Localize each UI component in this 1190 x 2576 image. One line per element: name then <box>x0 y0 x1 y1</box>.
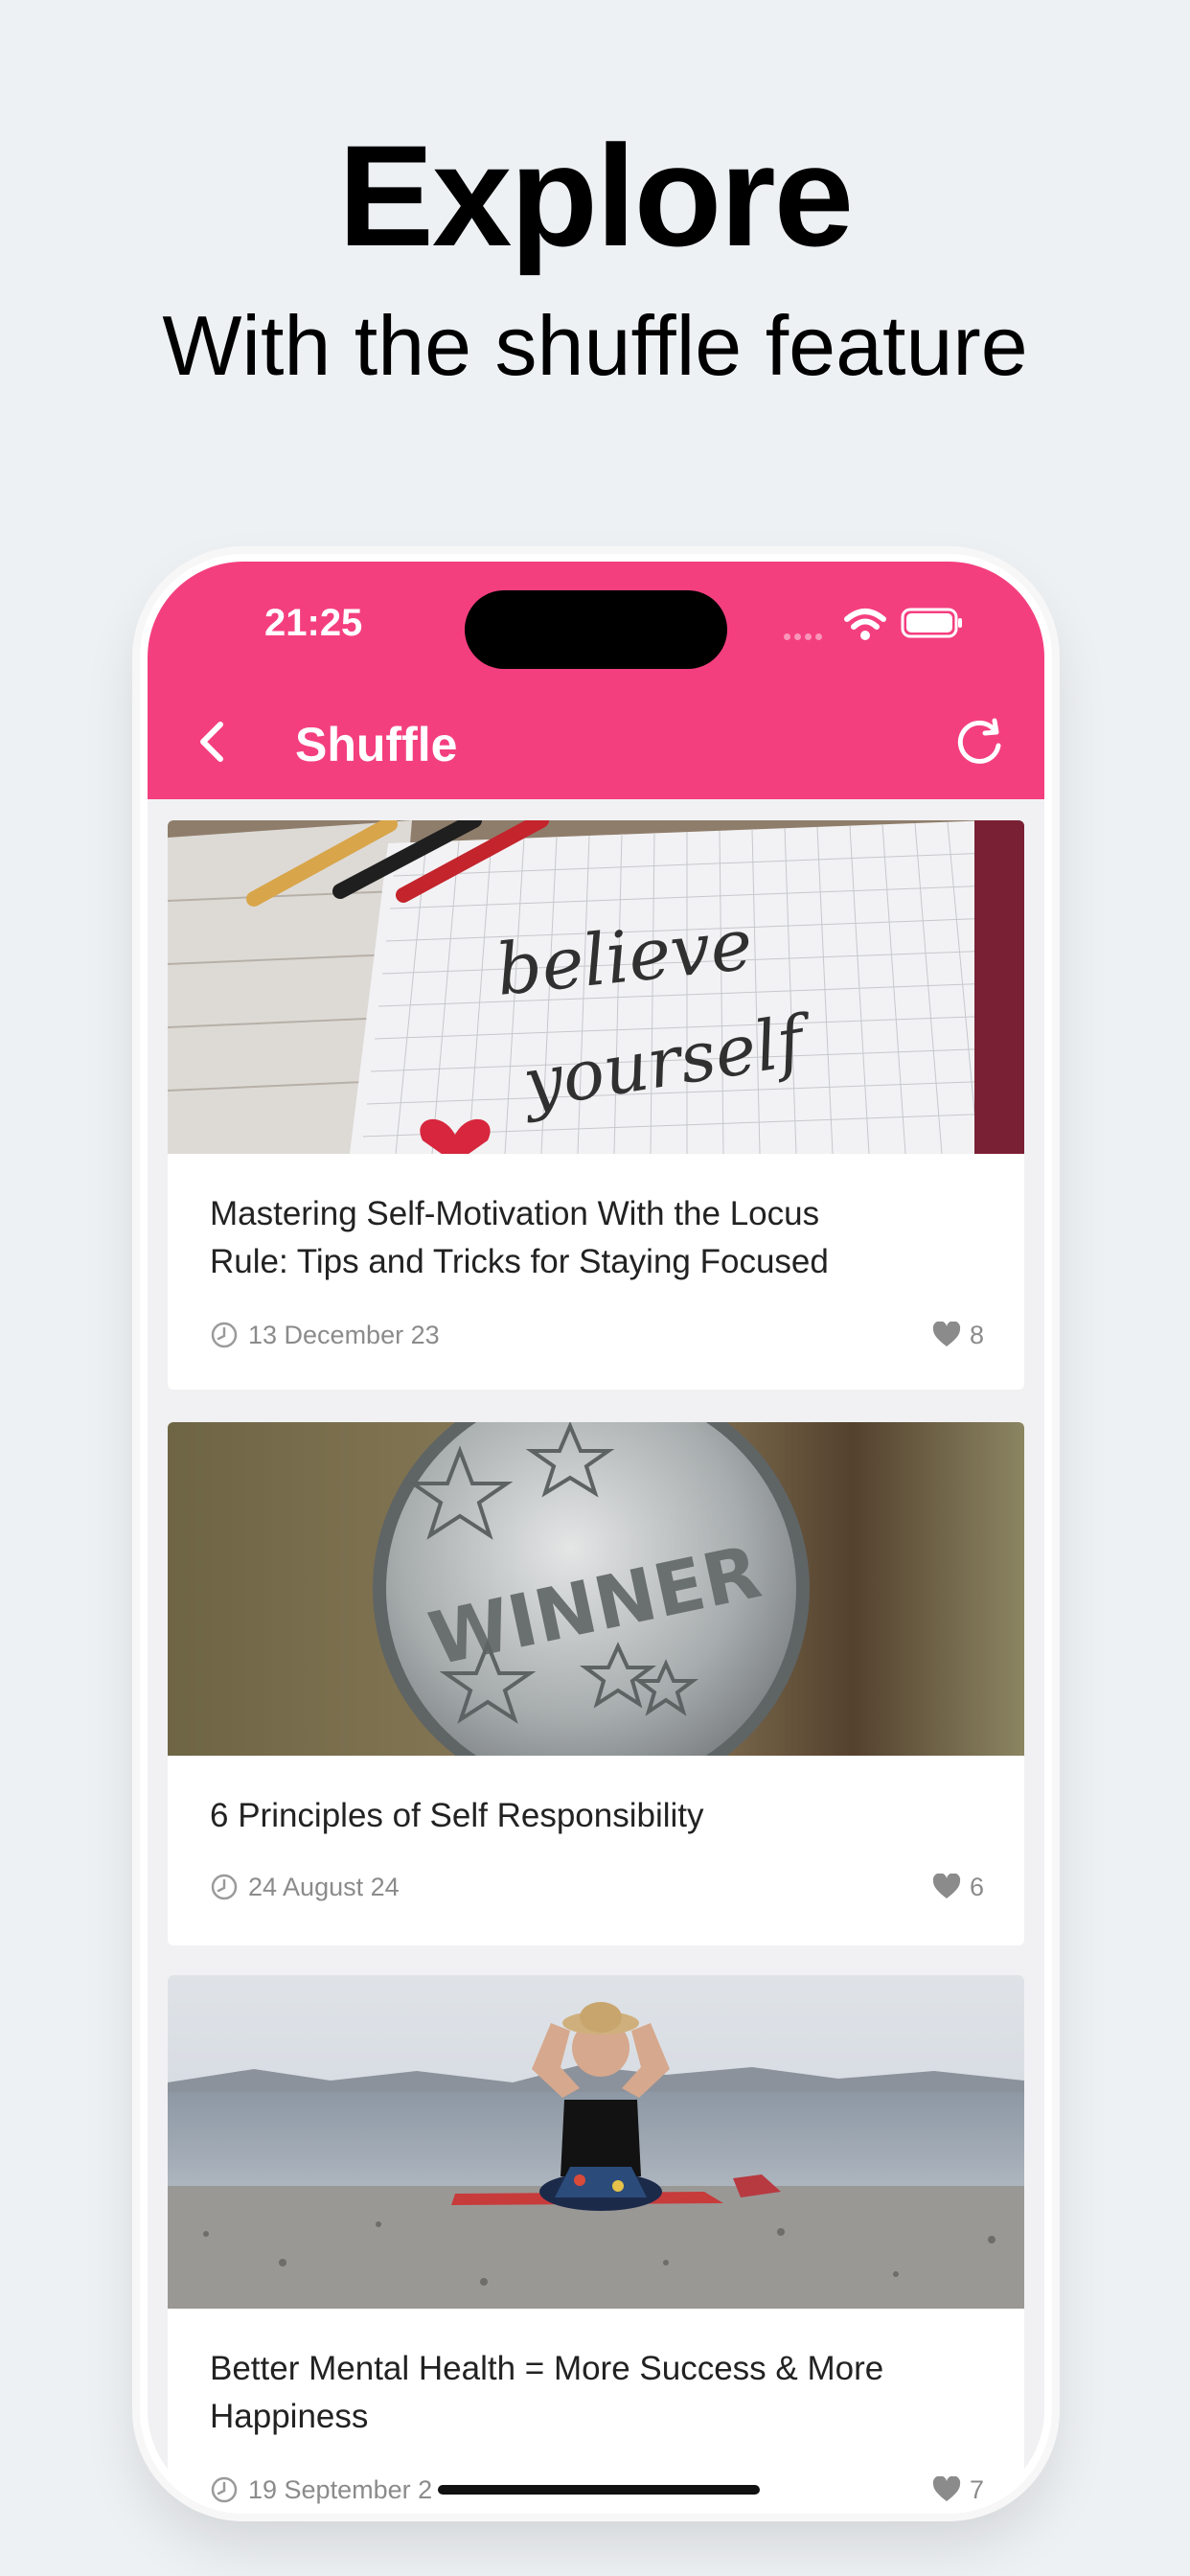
heart-icon[interactable] <box>932 1874 961 1900</box>
wifi-icon <box>844 609 886 640</box>
article-date: 24 August 24 <box>248 1873 400 1901</box>
home-indicator[interactable] <box>438 2485 760 2495</box>
article-title[interactable]: Better Mental Health = More Success & Mo… <box>210 2345 984 2441</box>
article-title[interactable]: 6 Principles of Self Responsibility <box>210 1792 984 1840</box>
clock-icon <box>211 1322 238 1348</box>
status-time: 21:25 <box>264 602 363 644</box>
winner-coin-image[interactable]: WINNER <box>168 1422 1024 1756</box>
like-count: 6 <box>969 1873 984 1901</box>
battery-icon <box>901 608 962 638</box>
article-card[interactable]: Better Mental Health = More Success & Mo… <box>168 1975 1024 2506</box>
clock-icon <box>211 2476 238 2503</box>
article-date: 19 September 2 <box>248 2475 433 2504</box>
navigation-bar: 21:25 Shuffle <box>148 562 1044 799</box>
heart-icon[interactable] <box>932 2476 961 2503</box>
clock-icon <box>211 1874 238 1900</box>
article-date: 13 December 23 <box>248 1321 440 1349</box>
title-line: Mastering Self-Motivation With the Locus <box>210 1195 820 1232</box>
hero-title: Explore <box>337 115 854 276</box>
title-line: Rule: Tips and Tricks for Staying Focuse… <box>210 1243 829 1280</box>
title-line: 6 Principles of Self Responsibility <box>210 1797 704 1834</box>
article-title[interactable]: Mastering Self-Motivation With the Locus… <box>210 1190 984 1286</box>
article-meta: 13 December 23 8 <box>210 1319 984 1351</box>
title-line: Happiness <box>210 2398 369 2435</box>
like-count: 8 <box>969 1321 984 1349</box>
article-meta: 24 August 24 6 <box>210 1871 984 1903</box>
heart-icon[interactable] <box>932 1322 961 1348</box>
beach-meditation-image[interactable] <box>168 1975 1024 2309</box>
refresh-icon[interactable] <box>952 715 1006 769</box>
dynamic-island <box>465 590 727 669</box>
hero-subtitle: With the shuffle feature <box>162 298 1028 393</box>
page-title: Shuffle <box>295 718 458 771</box>
chevron-left-icon[interactable] <box>190 719 236 765</box>
phone-frame: 21:25 Shuffle believe yourself Mastering… <box>140 554 1052 2514</box>
article-card[interactable]: WINNER 6 Principles of Self Responsibili… <box>168 1422 1024 1945</box>
article-card[interactable]: believe yourself Mastering Self-Motivati… <box>168 820 1024 1390</box>
notebook-believe-yourself-image[interactable]: believe yourself <box>168 820 1024 1154</box>
signal-dots <box>784 628 832 640</box>
title-line: Better Mental Health = More Success & Mo… <box>210 2350 884 2387</box>
phone-screen: 21:25 Shuffle believe yourself Mastering… <box>148 562 1044 2506</box>
like-count: 7 <box>969 2475 984 2504</box>
